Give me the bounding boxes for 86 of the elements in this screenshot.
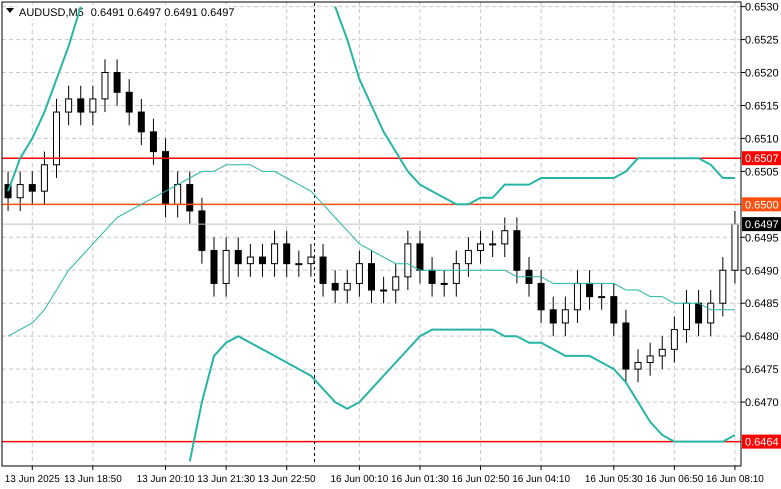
price-label: 0.6490: [745, 265, 779, 278]
price-tag: 0.6464: [742, 434, 781, 449]
candle: [114, 58, 121, 106]
candle: [550, 296, 557, 337]
candle: [258, 243, 266, 278]
candle: [513, 217, 520, 284]
candle: [380, 276, 388, 304]
candle: [126, 78, 133, 126]
price-label: 0.6495: [745, 232, 779, 244]
candle: [16, 170, 24, 212]
time-label: 16 Jun 02:50: [452, 474, 510, 485]
candle: [295, 250, 302, 278]
candle: [477, 230, 484, 264]
candle: [452, 250, 460, 298]
candle: [646, 342, 654, 376]
time-label: 13 Jun 22:50: [258, 474, 316, 485]
time-label: 13 Jun 20:10: [136, 474, 194, 485]
price-label: 0.6510: [745, 133, 779, 146]
candle: [707, 290, 714, 337]
candle: [101, 58, 108, 113]
candle: [598, 282, 606, 310]
candle: [186, 170, 194, 225]
price-label: 0.6485: [745, 298, 779, 310]
candle: [89, 85, 96, 126]
price-label: 0.6530: [745, 2, 779, 14]
caret-icon: [6, 8, 14, 13]
candle: [538, 270, 545, 324]
time-label: 16 Jun 06:50: [645, 474, 704, 485]
candle: [501, 217, 508, 258]
candle: [368, 250, 375, 304]
candle: [428, 256, 436, 298]
candle: [574, 270, 581, 324]
time-label: 16 Jun 01:30: [391, 474, 449, 485]
candle: [198, 197, 206, 264]
candle: [150, 118, 157, 166]
candle: [719, 256, 726, 317]
candle: [658, 336, 666, 370]
candle: [4, 170, 12, 212]
candle: [526, 256, 532, 298]
candle: [682, 290, 690, 344]
price-tag: 0.6507: [742, 151, 781, 166]
candle: [404, 230, 412, 291]
price-tag: 0.6500: [742, 197, 781, 212]
candle: [440, 270, 448, 298]
candle: [28, 170, 36, 205]
candle: [77, 85, 84, 126]
price-label: 0.6525: [745, 34, 779, 47]
candle: [356, 250, 363, 298]
price-tag: 0.6497: [742, 217, 781, 232]
time-label: 13 Jun 2025: [4, 474, 60, 485]
candle: [489, 230, 496, 258]
candle: [271, 230, 278, 278]
candle: [40, 151, 48, 205]
candle: [634, 348, 642, 383]
price-label: 0.6515: [745, 100, 779, 112]
candle: [392, 263, 400, 304]
candle: [138, 98, 145, 146]
time-label: 16 Jun 08:10: [706, 474, 764, 485]
candle: [344, 270, 351, 304]
time-label: 13 Jun 18:50: [64, 474, 122, 485]
price-label: 0.6520: [745, 68, 779, 80]
candle: [586, 270, 594, 310]
candle: [416, 230, 424, 284]
candle: [610, 282, 618, 337]
price-label: 0.6470: [745, 397, 779, 410]
candle: [562, 296, 569, 337]
candle: [464, 236, 472, 278]
candle: [65, 85, 72, 126]
candle: [174, 170, 182, 218]
price-label: 0.6480: [745, 331, 779, 344]
candle: [283, 230, 290, 278]
time-label: 13 Jun 21:30: [197, 474, 256, 485]
candle: [307, 243, 314, 278]
candle: [695, 290, 702, 337]
candle: [332, 270, 339, 304]
candle: [222, 236, 230, 298]
time-label: 16 Jun 00:10: [330, 474, 388, 485]
candle: [234, 236, 242, 278]
candle: [320, 243, 327, 298]
time-label: 16 Jun 04:10: [512, 474, 570, 485]
price-label: 0.6475: [745, 364, 779, 376]
candle: [210, 236, 218, 298]
candle: [246, 243, 254, 278]
price-label: 0.6505: [745, 166, 779, 178]
time-label: 16 Jun 05:30: [584, 474, 643, 485]
candle: [670, 316, 678, 364]
